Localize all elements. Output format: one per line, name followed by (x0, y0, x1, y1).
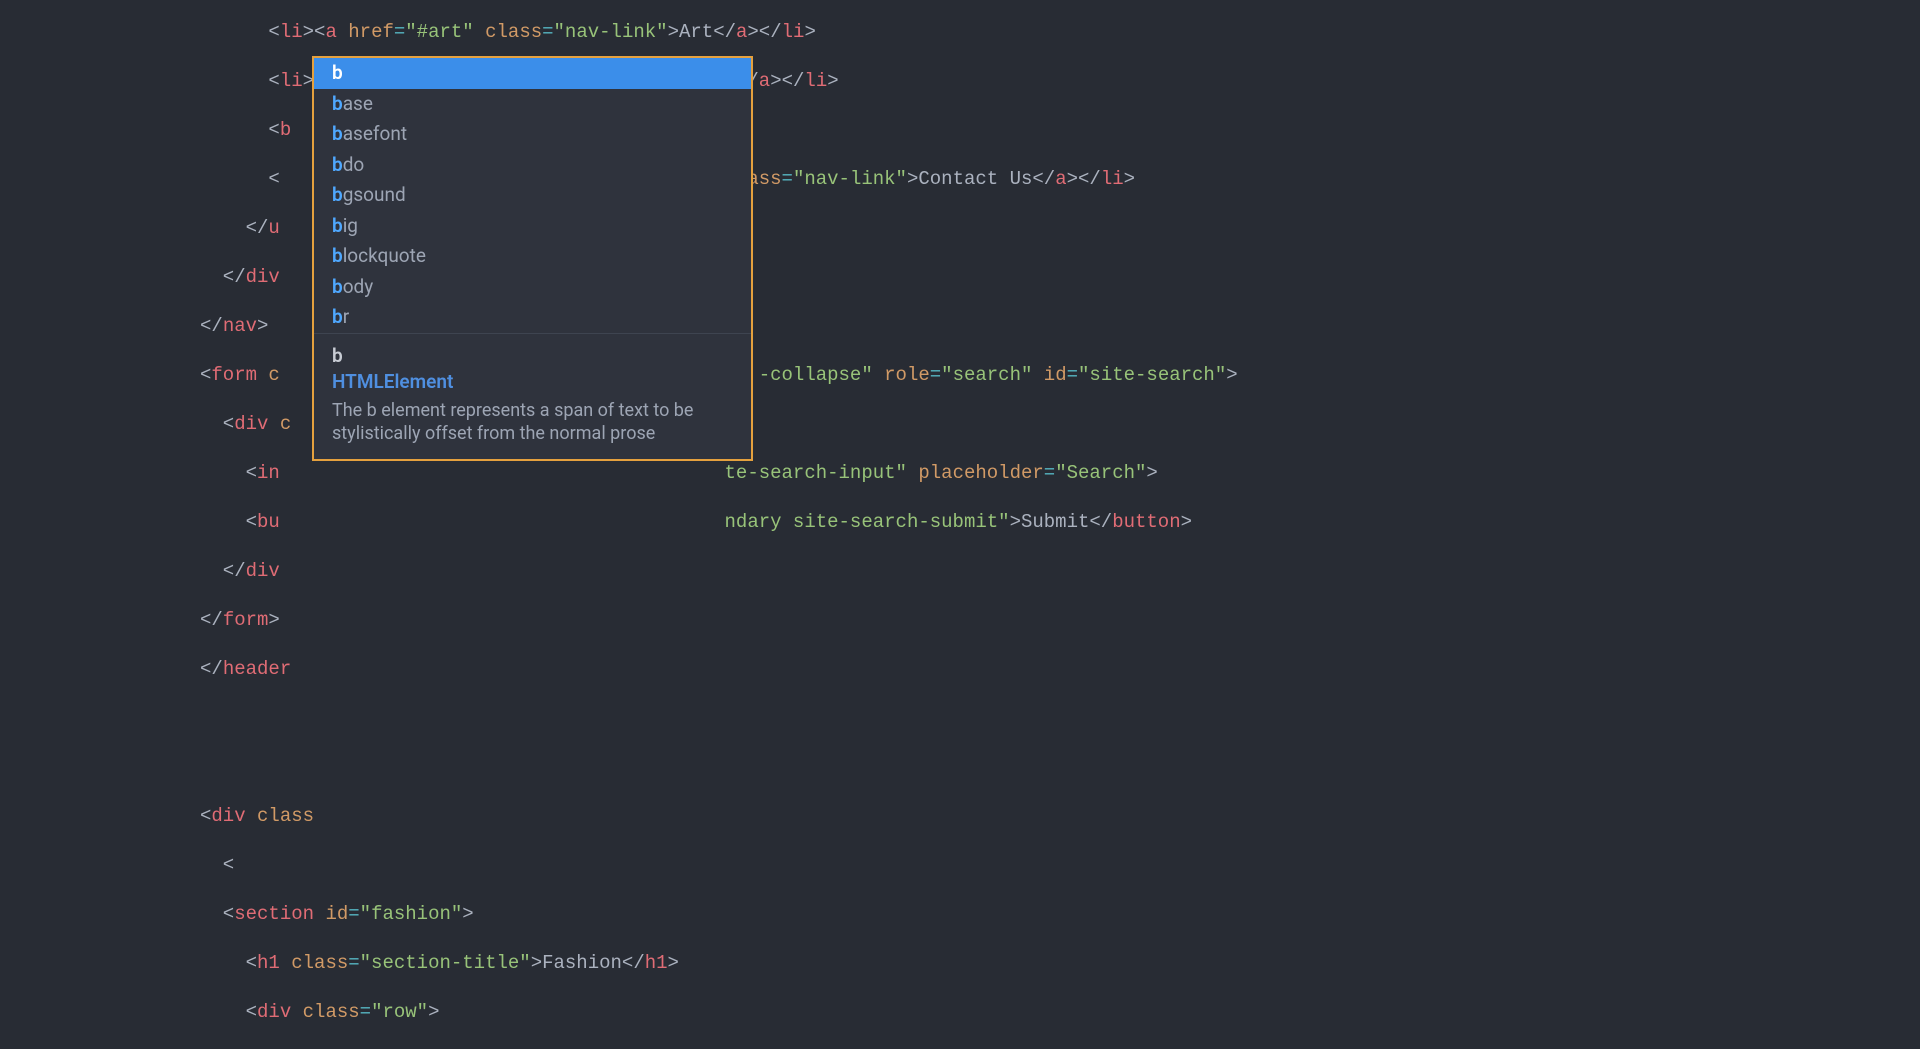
autocomplete-doc-type: HTMLElement (332, 370, 733, 395)
autocomplete-item[interactable]: bdo (314, 150, 751, 181)
autocomplete-doc: b HTMLElement The b element represents a… (314, 333, 751, 459)
autocomplete-item[interactable]: bgsound (314, 180, 751, 211)
autocomplete-item[interactable]: blockquote (314, 241, 751, 272)
code-line: <div class (200, 804, 1238, 829)
autocomplete-item[interactable]: base (314, 89, 751, 120)
autocomplete-list: b base basefont bdo bgsound big blockquo… (314, 58, 751, 333)
code-line: <in te-search-input" placeholder="Search… (200, 461, 1238, 486)
code-line: <div class="row"> (200, 1000, 1238, 1025)
autocomplete-item[interactable]: br (314, 302, 751, 333)
code-line: <h1 class="section-title">Fashion</h1> (200, 951, 1238, 976)
code-line (200, 706, 1238, 731)
autocomplete-item[interactable]: b (314, 58, 751, 89)
code-line: </header (200, 657, 1238, 682)
code-line: < (200, 853, 1238, 878)
autocomplete-item[interactable]: basefont (314, 119, 751, 150)
code-line: <bu ndary site-search-submit">Submit</bu… (200, 510, 1238, 535)
code-line (200, 755, 1238, 780)
autocomplete-item[interactable]: big (314, 211, 751, 242)
autocomplete-popup: b base basefont bdo bgsound big blockquo… (312, 56, 753, 461)
code-line: <section id="fashion"> (200, 902, 1238, 927)
autocomplete-item[interactable]: body (314, 272, 751, 303)
code-line: <li><a href="#art" class="nav-link">Art<… (200, 20, 1238, 45)
code-line: </div (200, 559, 1238, 584)
autocomplete-doc-name: b (332, 344, 733, 369)
autocomplete-doc-description: The b element represents a span of text … (332, 399, 733, 445)
code-line: </form> (200, 608, 1238, 633)
